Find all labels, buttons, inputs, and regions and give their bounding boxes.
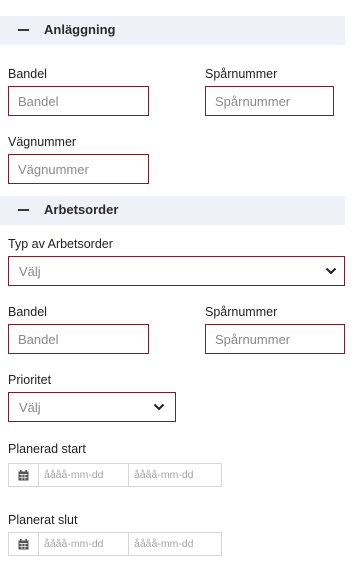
section-title: Anläggning <box>44 22 116 37</box>
calendar-icon[interactable] <box>9 464 39 486</box>
planerad-start-date-range: åååå-mm-dd åååå-mm-dd <box>8 463 222 487</box>
section-header-anlaggning[interactable]: Anläggning <box>0 16 345 45</box>
planerat-slut-label: Planerat slut <box>8 513 78 527</box>
bandel-input[interactable] <box>8 86 149 116</box>
arbetsorder-bandel-input[interactable] <box>8 324 149 354</box>
calendar-icon[interactable] <box>9 533 39 555</box>
sparnummer-label: Spårnummer <box>205 305 278 319</box>
chevron-down-icon <box>325 267 337 275</box>
end-date-to-input[interactable]: åååå-mm-dd <box>129 533 221 555</box>
sparnummer-label: Spårnummer <box>205 67 278 81</box>
section-header-arbetsorder[interactable]: Arbetsorder <box>0 196 345 225</box>
bandel-label: Bandel <box>8 305 47 319</box>
planerat-slut-date-range: åååå-mm-dd åååå-mm-dd <box>8 532 222 556</box>
vagnummer-label: Vägnummer <box>8 135 77 149</box>
collapse-minus-icon[interactable] <box>18 209 29 211</box>
prioritet-label: Prioritet <box>8 373 52 387</box>
start-date-to-input[interactable]: åååå-mm-dd <box>129 464 221 486</box>
planerad-start-label: Planerad start <box>8 442 86 456</box>
select-value: Välj <box>19 400 41 415</box>
arbetsorder-sparnummer-input[interactable] <box>205 324 345 354</box>
typ-av-arbetsorder-label: Typ av Arbetsorder <box>8 237 113 251</box>
typ-av-arbetsorder-select[interactable]: Välj <box>8 256 345 286</box>
end-date-from-input[interactable]: åååå-mm-dd <box>39 533 129 555</box>
prioritet-select[interactable]: Välj <box>8 392 176 422</box>
vagnummer-input[interactable] <box>8 154 149 184</box>
bandel-label: Bandel <box>8 67 47 81</box>
section-title: Arbetsorder <box>44 202 119 217</box>
start-date-from-input[interactable]: åååå-mm-dd <box>39 464 129 486</box>
chevron-down-icon <box>153 403 165 411</box>
sparnummer-input[interactable] <box>205 86 334 116</box>
select-value: Välj <box>19 264 41 279</box>
collapse-minus-icon[interactable] <box>18 29 29 31</box>
